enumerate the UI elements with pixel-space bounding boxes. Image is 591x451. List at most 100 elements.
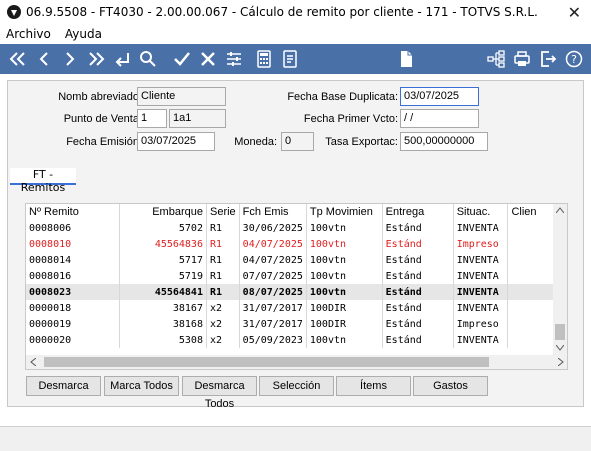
tab-ft-remitos[interactable]: FT - Remitos [10,168,76,194]
cell-nro-remito: 0000019 [26,316,121,332]
cell-embarque: 5719 [119,268,207,284]
table-row[interactable]: 0008016 5719 R1 07/07/2025 100vtn Estánd INVEN… [26,268,554,284]
cell-situac: INVENTA [453,252,509,268]
column-header-entrega[interactable]: Entrega [382,204,454,220]
prev-icon[interactable] [32,47,56,71]
cell-situac: INVENTA [453,220,509,236]
print-icon[interactable] [510,47,534,71]
fecha-base-duplicata-label: Fecha Base Duplicata: [287,91,398,103]
last-icon[interactable] [84,47,108,71]
cell-tp-movimien: 100vtn [306,284,383,300]
vertical-scroll-thumb[interactable] [555,324,565,340]
first-icon[interactable] [6,47,30,71]
calculator-icon[interactable] [252,47,276,71]
table-row[interactable]: 0000020 5308 x2 05/09/2023 100vtn Estánd INVEN… [26,332,554,348]
menu-archivo[interactable]: Archivo [6,27,51,41]
scroll-right-icon[interactable] [558,358,564,366]
punto-venta-description: 1a1 [169,109,226,128]
close-window-button[interactable]: ✕ [568,3,581,23]
tasa-exportac-field[interactable]: 500,00000000 [400,132,488,151]
column-header-embarque[interactable]: Embarque [119,204,207,220]
column-header-tp-movimien[interactable]: Tp Movimien [306,204,383,220]
confirm-icon[interactable] [170,47,194,71]
cell-embarque: 45564841 [119,284,207,300]
cell-tp-movimien: 100vtn [306,236,383,252]
fecha-primer-vcto-field[interactable]: / / [400,109,479,128]
column-header-nro-remito[interactable]: Nº Remito [26,204,121,220]
remitos-grid[interactable]: Nº Remito Embarque Serie Fch Emis Tp Mov… [25,203,568,370]
column-header-fch-emis[interactable]: Fch Emis [239,204,307,220]
cell-nro-remito: 0008023 [26,284,121,300]
status-bar [0,426,591,451]
grid-horizontal-scrollbar[interactable] [26,355,567,369]
svg-text:?: ? [571,53,577,66]
items-button[interactable]: Ítems [336,376,411,396]
cell-embarque: 38167 [119,300,207,316]
column-header-situac[interactable]: Situac. [453,204,509,220]
cell-fch-emis: 07/07/2025 [239,268,307,284]
seleccion-button[interactable]: Selección [259,376,334,396]
cell-entrega: Estánd [382,252,454,268]
desmarca-button[interactable]: Desmarca [26,376,101,396]
table-row[interactable]: 0008006 5702 R1 30/06/2025 100vtn Estánd INVEN… [26,220,554,236]
help-icon[interactable]: ? [562,47,586,71]
filter-icon[interactable] [222,47,246,71]
table-row[interactable]: 0008010 45564836 R1 04/07/2025 100vtn Estánd I… [26,236,554,252]
cell-entrega: Estánd [382,316,454,332]
app-icon [7,5,21,19]
cell-embarque: 5717 [119,252,207,268]
toolbar: ? [0,44,591,74]
cell-situac: INVENTA [453,300,509,316]
cell-serie: x2 [206,332,240,348]
report-icon[interactable] [278,47,302,71]
cell-entrega: Estánd [382,220,454,236]
grid-vertical-scrollbar[interactable] [553,204,567,356]
fecha-emision-field[interactable]: 03/07/2025 [137,132,215,151]
scroll-down-icon[interactable] [556,345,564,351]
cell-fch-emis: 30/06/2025 [239,220,307,236]
punto-venta-field[interactable]: 1 [137,109,167,128]
cell-nro-remito: 0000018 [26,300,121,316]
marca-todos-button[interactable]: Marca Todos [104,376,179,396]
scroll-left-icon[interactable] [30,358,36,366]
cell-cliente [507,220,554,236]
table-row[interactable]: 0000018 38167 x2 31/07/2017 100DIR Estánd INVE… [26,300,554,316]
search-icon[interactable] [136,47,160,71]
cell-fch-emis: 08/07/2025 [239,284,307,300]
cell-tp-movimien: 100vtn [306,268,383,284]
cell-cliente [507,284,554,300]
horizontal-scroll-thumb[interactable] [44,357,489,367]
fecha-base-duplicata-field[interactable]: 03/07/2025 [400,87,479,106]
gastos-button[interactable]: Gastos [413,376,488,396]
desmarca-todos-button[interactable]: Desmarca Todos [182,376,257,410]
table-row[interactable]: 0000019 38168 x2 31/07/2017 100DIR Estánd Impr… [26,316,554,332]
cell-embarque: 5308 [119,332,207,348]
cell-serie: R1 [206,236,240,252]
cell-tp-movimien: 100vtn [306,220,383,236]
menu-ayuda[interactable]: Ayuda [65,27,102,41]
table-row[interactable]: 0008014 5717 R1 04/07/2025 100vtn Estánd INVEN… [26,252,554,268]
column-header-serie[interactable]: Serie [206,204,240,220]
column-header-cliente[interactable]: Clien [507,204,554,220]
new-document-icon[interactable] [394,47,418,71]
return-icon[interactable] [110,47,134,71]
cell-tp-movimien: 100vtn [306,332,383,348]
nomb-abreviado-label: Nomb abreviado: [58,91,142,103]
tree-icon[interactable] [484,47,508,71]
cell-entrega: Estánd [382,332,454,348]
nomb-abreviado-field[interactable]: Cliente [137,87,226,106]
next-icon[interactable] [58,47,82,71]
cell-cliente [507,236,554,252]
cell-nro-remito: 0000020 [26,332,121,348]
scroll-up-icon[interactable] [556,207,564,213]
table-row[interactable]: 0008023 45564841 R1 08/07/2025 100vtn Estánd I… [26,284,554,300]
tasa-exportac-label: Tasa Exportac: [325,136,398,148]
remitos-table: Nº Remito Embarque Serie Fch Emis Tp Mov… [26,204,554,348]
cell-tp-movimien: 100DIR [306,300,383,316]
exit-icon[interactable] [536,47,560,71]
cancel-icon[interactable] [196,47,220,71]
cell-serie: R1 [206,268,240,284]
cell-fch-emis: 04/07/2025 [239,252,307,268]
cell-serie: R1 [206,220,240,236]
cell-entrega: Estánd [382,284,454,300]
